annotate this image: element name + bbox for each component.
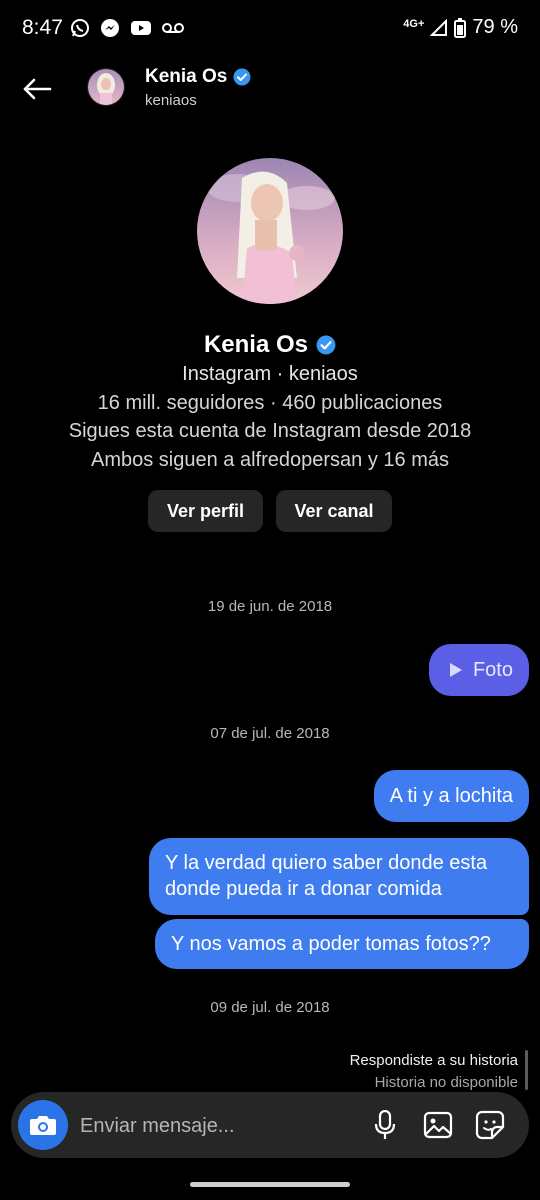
avatar-image [88,69,124,105]
notification-icons [70,18,184,38]
signal-icon [430,18,448,36]
view-profile-button[interactable]: Ver perfil [148,490,263,532]
message-text: A ti y a lochita [389,785,513,807]
profile-mutuals: Ambos siguen a alfredopersan y 16 más [91,449,449,471]
photo-label: Foto [472,659,513,681]
sticker-icon [475,1110,505,1140]
microphone-button[interactable] [368,1108,402,1142]
profile-avatar[interactable] [197,158,343,304]
voicemail-icon [162,23,184,33]
story-reply-title: Respondiste a su historia [349,1052,518,1069]
sticker-button[interactable] [473,1108,507,1142]
photo-message[interactable]: Foto [428,644,529,696]
image-icon [423,1111,453,1139]
sent-message[interactable]: A ti y a lochita [373,770,529,822]
battery-level: 79 % [472,16,518,38]
messenger-icon [101,19,119,37]
message-text-line: donde pueda ir a donar comida [165,878,442,900]
date-separator: 19 de jun. de 2018 [207,598,333,615]
sent-message[interactable]: Y nos vamos a poder tomas fotos?? [155,919,529,969]
date-separator: 09 de jul. de 2018 [210,999,330,1016]
profile-name-row: Kenia Os [0,331,540,359]
profile-photo [197,158,343,304]
message-text-line: Y la verdad quiero saber donde esta [165,852,488,874]
header-name: Kenia Os [145,66,228,87]
back-button[interactable] [18,70,56,108]
gallery-button[interactable] [421,1108,455,1142]
home-indicator[interactable] [190,1182,350,1187]
view-channel-button[interactable]: Ver canal [276,490,392,532]
camera-icon [30,1116,56,1135]
date-separator: 07 de jul. de 2018 [210,725,330,742]
arrow-left-icon [23,78,52,100]
status-time: 8:47 [22,16,63,39]
verified-badge-icon [316,335,336,355]
battery-icon [454,17,467,38]
play-icon [449,663,462,677]
verified-badge-icon [233,68,251,86]
story-reply-bar [525,1050,528,1090]
header-name-row[interactable]: Kenia Os [145,66,251,88]
camera-button[interactable] [18,1100,68,1150]
header-avatar[interactable] [87,68,125,106]
status-right: 4G+ 79 % [403,16,518,39]
header-username: keniaos [145,92,197,109]
network-type: 4G+ [403,17,425,30]
youtube-icon [131,21,151,35]
message-input[interactable] [78,1107,352,1145]
profile-platform: Instagram · keniaos [182,363,358,385]
story-reply-subtitle: Historia no disponible [374,1074,518,1091]
profile-stats: 16 mill. seguidores · 460 publicaciones [97,392,443,414]
whatsapp-icon [71,19,89,37]
profile-name: Kenia Os [203,331,309,358]
message-text: Y nos vamos a poder tomas fotos?? [171,933,491,955]
microphone-icon [374,1110,396,1139]
profile-following-since: Sigues esta cuenta de Instagram desde 20… [68,420,472,442]
sent-message[interactable]: Y la verdad quiero saber donde esta dond… [149,838,529,915]
